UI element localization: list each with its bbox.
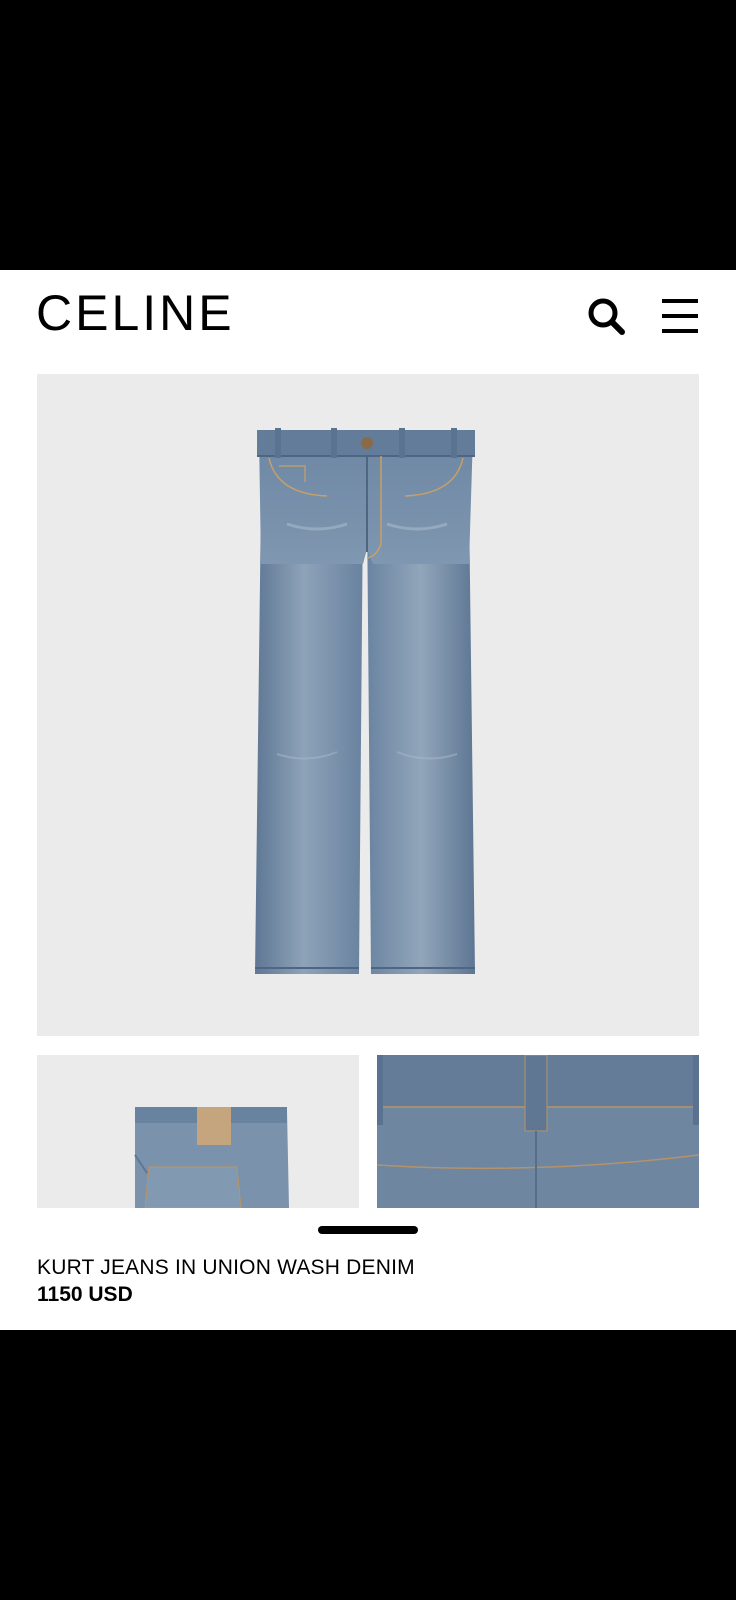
product-price: 1150 USD bbox=[37, 1283, 133, 1306]
home-indicator[interactable] bbox=[318, 1226, 418, 1234]
main-product-image[interactable] bbox=[37, 374, 699, 1036]
jeans-detail-image bbox=[377, 1055, 699, 1208]
search-button[interactable] bbox=[582, 292, 630, 340]
product-name: KURT JEANS IN UNION WASH DENIM bbox=[37, 1256, 415, 1279]
thumbnail-back-view[interactable] bbox=[37, 1055, 359, 1208]
hamburger-menu-icon bbox=[662, 299, 698, 333]
thumbnail-detail-view[interactable] bbox=[377, 1055, 699, 1208]
jeans-front-image bbox=[255, 428, 475, 974]
jeans-back-image bbox=[134, 1107, 289, 1208]
site-header: CELINE bbox=[0, 270, 736, 366]
top-letterbox bbox=[0, 0, 736, 270]
brand-logo[interactable]: CELINE bbox=[36, 288, 235, 338]
menu-button[interactable] bbox=[656, 292, 704, 340]
bottom-letterbox bbox=[0, 1330, 736, 1600]
search-icon bbox=[588, 298, 625, 335]
product-page: CELINE KURT JEANS IN UNION WASH DENIM 11… bbox=[0, 270, 736, 1330]
